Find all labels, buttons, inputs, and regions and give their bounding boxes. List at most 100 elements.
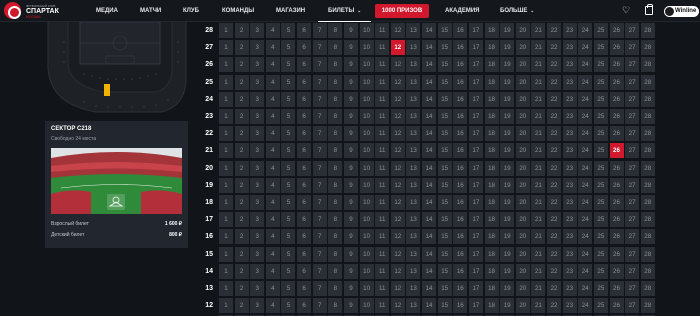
seat[interactable]: 11 bbox=[375, 143, 390, 159]
club-logo[interactable]: ФУТБОЛЬНЫЙ КЛУБ СПАРТАК МОСКВА bbox=[4, 2, 84, 20]
seat[interactable]: 23 bbox=[562, 281, 577, 296]
seat[interactable]: 28 bbox=[640, 57, 655, 73]
nav-academy[interactable]: АКАДЕМИЯ bbox=[445, 0, 479, 22]
seat[interactable]: 18 bbox=[484, 126, 499, 142]
seat[interactable]: 16 bbox=[453, 57, 468, 73]
seat[interactable]: 27 bbox=[625, 212, 640, 228]
seat[interactable]: 6 bbox=[297, 281, 312, 296]
seat[interactable]: 18 bbox=[484, 263, 499, 279]
seat[interactable]: 20 bbox=[515, 195, 530, 210]
seat[interactable]: 5 bbox=[281, 195, 296, 210]
seat[interactable]: 7 bbox=[312, 143, 327, 159]
seat[interactable]: 6 bbox=[297, 298, 312, 314]
seat[interactable]: 7 bbox=[312, 91, 327, 107]
seat[interactable]: 19 bbox=[500, 40, 515, 56]
seat[interactable]: 25 bbox=[593, 143, 608, 159]
seat[interactable]: 12 bbox=[390, 57, 405, 73]
seat[interactable]: 17 bbox=[468, 40, 483, 56]
nav-matches[interactable]: МАТЧИ bbox=[140, 0, 161, 22]
seat[interactable]: 5 bbox=[281, 212, 296, 228]
seat[interactable]: 12 bbox=[390, 281, 405, 296]
seat[interactable]: 14 bbox=[422, 23, 437, 38]
seat[interactable]: 1 bbox=[219, 40, 233, 56]
seat[interactable]: 8 bbox=[328, 143, 343, 159]
seat[interactable]: 15 bbox=[437, 281, 452, 296]
seat[interactable]: 6 bbox=[297, 246, 312, 262]
seat[interactable]: 11 bbox=[375, 246, 390, 262]
seat[interactable]: 6 bbox=[297, 109, 312, 124]
seat[interactable]: 12 bbox=[390, 246, 405, 262]
seat[interactable]: 3 bbox=[250, 57, 265, 73]
seat[interactable]: 10 bbox=[359, 212, 374, 228]
seat[interactable]: 12 bbox=[390, 74, 405, 90]
seat[interactable]: 2 bbox=[234, 281, 249, 296]
seat[interactable]: 18 bbox=[484, 74, 499, 90]
seat[interactable]: 27 bbox=[625, 57, 640, 73]
seat[interactable]: 15 bbox=[437, 143, 452, 159]
seat[interactable]: 26 bbox=[609, 160, 624, 176]
seat[interactable]: 22 bbox=[547, 298, 562, 314]
seat[interactable]: 14 bbox=[422, 126, 437, 142]
seat[interactable]: 19 bbox=[500, 263, 515, 279]
seat[interactable]: 22 bbox=[547, 195, 562, 210]
seat[interactable]: 25 bbox=[593, 109, 608, 124]
seat[interactable]: 14 bbox=[422, 177, 437, 193]
seat[interactable]: 2 bbox=[234, 126, 249, 142]
seat[interactable]: 4 bbox=[265, 160, 280, 176]
seat-selected[interactable]: 12 bbox=[390, 40, 405, 56]
seat[interactable]: 9 bbox=[343, 212, 358, 228]
seat[interactable]: 25 bbox=[593, 281, 608, 296]
seat[interactable]: 7 bbox=[312, 23, 327, 38]
seat[interactable]: 26 bbox=[609, 57, 624, 73]
nav-media[interactable]: МЕДИА bbox=[96, 0, 118, 22]
seat[interactable]: 22 bbox=[547, 23, 562, 38]
seat[interactable]: 11 bbox=[375, 91, 390, 107]
seat[interactable]: 2 bbox=[234, 23, 249, 38]
seat[interactable]: 17 bbox=[468, 126, 483, 142]
seat[interactable]: 14 bbox=[422, 229, 437, 245]
seat[interactable]: 13 bbox=[406, 74, 421, 90]
seat[interactable]: 11 bbox=[375, 126, 390, 142]
seat[interactable]: 21 bbox=[531, 74, 546, 90]
seat[interactable]: 3 bbox=[250, 126, 265, 142]
seat[interactable]: 21 bbox=[531, 229, 546, 245]
seat[interactable]: 15 bbox=[437, 57, 452, 73]
seat[interactable]: 6 bbox=[297, 57, 312, 73]
seat[interactable]: 26 bbox=[609, 74, 624, 90]
seat[interactable]: 13 bbox=[406, 160, 421, 176]
seat[interactable]: 5 bbox=[281, 91, 296, 107]
seat[interactable]: 6 bbox=[297, 177, 312, 193]
seat[interactable]: 24 bbox=[578, 281, 593, 296]
seat[interactable]: 4 bbox=[265, 57, 280, 73]
seat[interactable]: 9 bbox=[343, 40, 358, 56]
seat[interactable]: 17 bbox=[468, 23, 483, 38]
seat[interactable]: 4 bbox=[265, 126, 280, 142]
seat[interactable]: 3 bbox=[250, 229, 265, 245]
seat[interactable]: 3 bbox=[250, 91, 265, 107]
seat[interactable]: 8 bbox=[328, 195, 343, 210]
seat[interactable]: 11 bbox=[375, 57, 390, 73]
seat[interactable]: 27 bbox=[625, 177, 640, 193]
seat[interactable]: 24 bbox=[578, 212, 593, 228]
seat[interactable]: 24 bbox=[578, 74, 593, 90]
seat[interactable]: 10 bbox=[359, 229, 374, 245]
seat[interactable]: 23 bbox=[562, 40, 577, 56]
seat[interactable]: 11 bbox=[375, 229, 390, 245]
seat[interactable]: 28 bbox=[640, 91, 655, 107]
seat[interactable]: 25 bbox=[593, 91, 608, 107]
partner-badge[interactable]: Winline bbox=[664, 6, 699, 17]
seat[interactable]: 22 bbox=[547, 74, 562, 90]
seat[interactable]: 28 bbox=[640, 246, 655, 262]
seat[interactable]: 11 bbox=[375, 263, 390, 279]
seat[interactable]: 24 bbox=[578, 160, 593, 176]
seat[interactable]: 7 bbox=[312, 229, 327, 245]
seat[interactable]: 20 bbox=[515, 177, 530, 193]
seat[interactable]: 11 bbox=[375, 109, 390, 124]
seat[interactable]: 25 bbox=[593, 126, 608, 142]
seat[interactable]: 28 bbox=[640, 23, 655, 38]
seat[interactable]: 28 bbox=[640, 143, 655, 159]
seat[interactable]: 12 bbox=[390, 23, 405, 38]
seat[interactable]: 22 bbox=[547, 91, 562, 107]
seat[interactable]: 9 bbox=[343, 177, 358, 193]
seat[interactable]: 26 bbox=[609, 126, 624, 142]
